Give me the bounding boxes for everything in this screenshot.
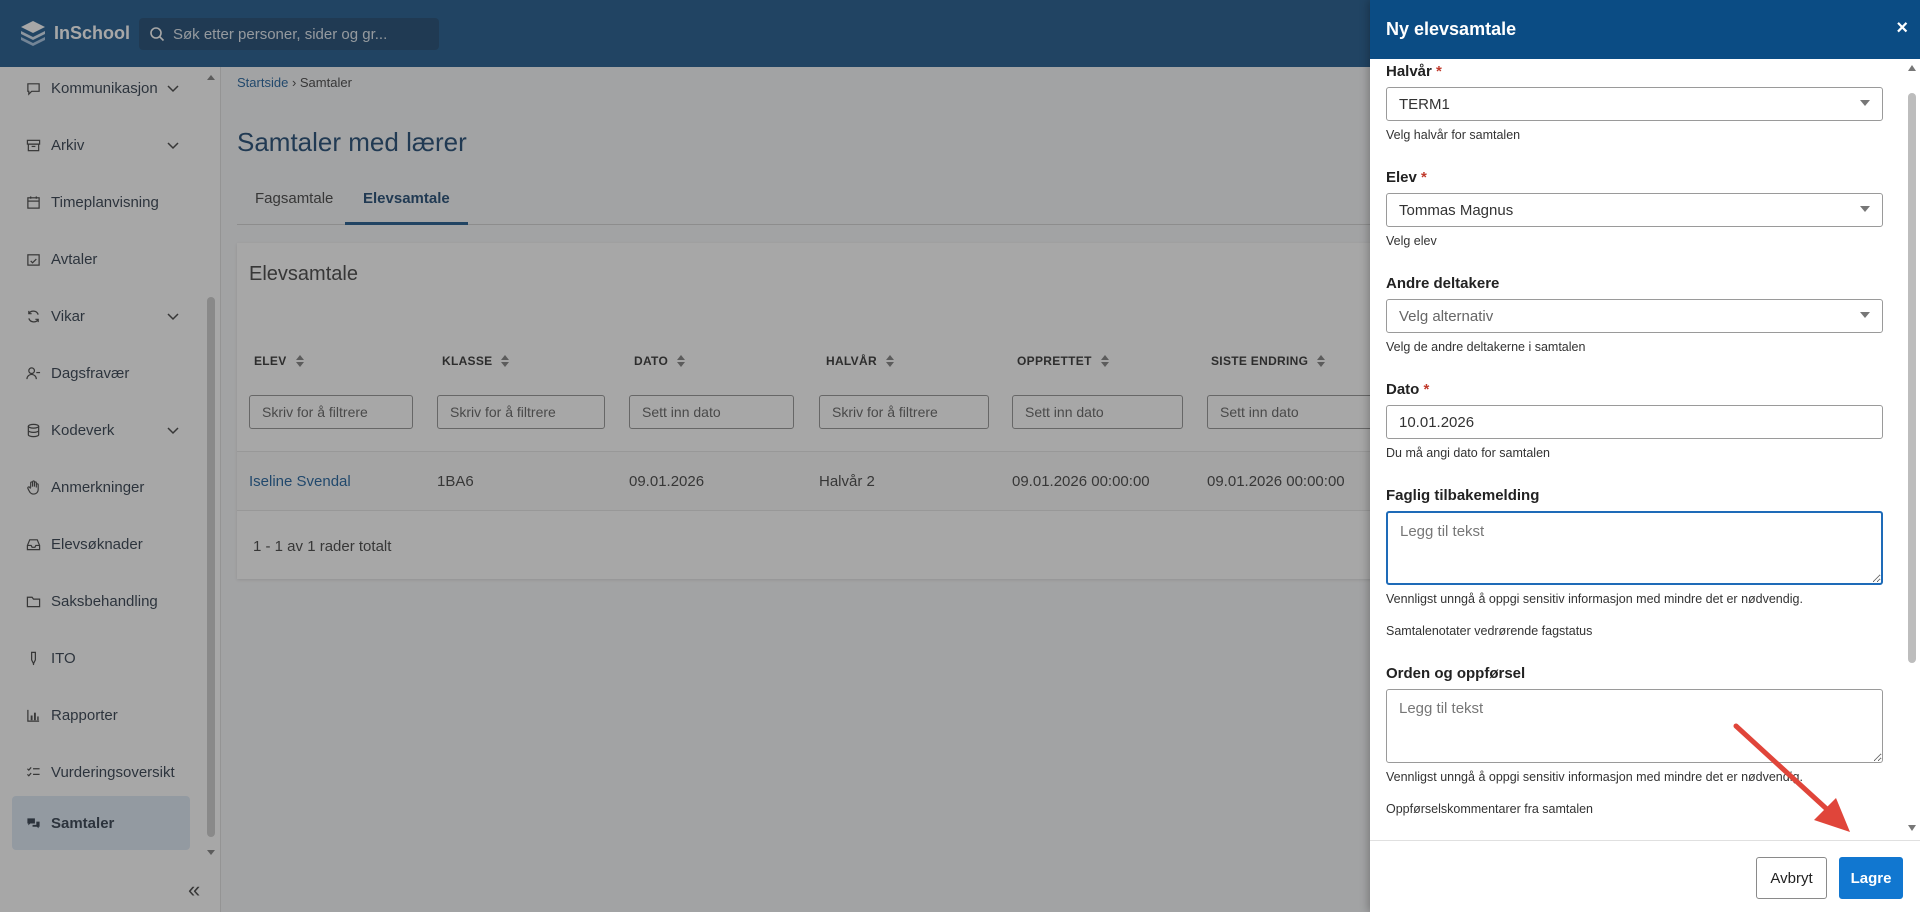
faglig-tilbakemelding-label: Faglig tilbakemelding (1386, 487, 1540, 504)
panel-form: Halvår * TERM1 Velg halvår for samtalen … (1370, 59, 1920, 839)
dato-label-text: Dato (1386, 381, 1420, 398)
andre-deltakere-placeholder: Velg alternativ (1399, 307, 1494, 325)
orden-sensitive-warning: Vennligst unngå å oppgi sensitiv informa… (1386, 770, 1803, 784)
close-icon[interactable]: × (1896, 17, 1908, 40)
halvar-help: Velg halvår for samtalen (1386, 128, 1521, 142)
andre-deltakere-label: Andre deltakere (1386, 275, 1500, 292)
elev-label: Elev * (1386, 169, 1427, 186)
save-button[interactable]: Lagre (1839, 857, 1903, 899)
cancel-button[interactable]: Avbryt (1756, 857, 1827, 899)
elev-value: Tommas Magnus (1399, 201, 1514, 219)
andre-deltakere-help: Velg de andre deltakerne i samtalen (1386, 340, 1586, 354)
panel-scroll-thumb[interactable] (1908, 93, 1916, 663)
dato-help: Du må angi dato for samtalen (1386, 446, 1550, 460)
elev-help: Velg elev (1386, 234, 1437, 248)
halvar-select[interactable]: TERM1 (1386, 87, 1883, 121)
dropdown-caret-icon (1860, 100, 1870, 106)
faglig-sensitive-warning: Vennligst unngå å oppgi sensitiv informa… (1386, 592, 1803, 606)
orden-help: Oppførselskommentarer fra samtalen (1386, 802, 1594, 816)
panel-footer: Avbryt Lagre (1370, 840, 1920, 912)
orden-oppforsel-label: Orden og oppførsel (1386, 665, 1526, 682)
halvar-value: TERM1 (1399, 95, 1450, 113)
required-marker: * (1436, 63, 1442, 80)
orden-oppforsel-textarea[interactable] (1386, 689, 1883, 763)
andre-deltakere-select[interactable]: Velg alternativ (1386, 299, 1883, 333)
panel-scrollbar[interactable] (1906, 63, 1918, 833)
panel-header: Ny elevsamtale × (1370, 0, 1920, 59)
halvar-label: Halvår * (1386, 63, 1442, 80)
panel-title: Ny elevsamtale (1386, 19, 1517, 39)
required-marker: * (1423, 381, 1430, 398)
required-marker: * (1421, 169, 1427, 186)
dato-label: Dato * (1386, 381, 1429, 398)
scroll-up-icon[interactable] (1906, 63, 1918, 73)
faglig-tilbakemelding-textarea[interactable] (1386, 511, 1883, 585)
dato-input[interactable]: 10.01.2026 (1386, 405, 1883, 439)
new-conversation-panel: Ny elevsamtale × Halvår * TERM1 Velg hal… (1370, 0, 1920, 912)
elev-label-text: Elev (1386, 169, 1417, 186)
modal-backdrop[interactable] (0, 0, 1370, 912)
dropdown-caret-icon (1860, 312, 1870, 318)
halvar-label-text: Halvår (1386, 63, 1432, 80)
scroll-down-icon[interactable] (1906, 823, 1918, 833)
elev-select[interactable]: Tommas Magnus (1386, 193, 1883, 227)
dropdown-caret-icon (1860, 206, 1870, 212)
faglig-help: Samtalenotater vedrørende fagstatus (1386, 624, 1593, 638)
dato-value: 10.01.2026 (1399, 413, 1475, 431)
